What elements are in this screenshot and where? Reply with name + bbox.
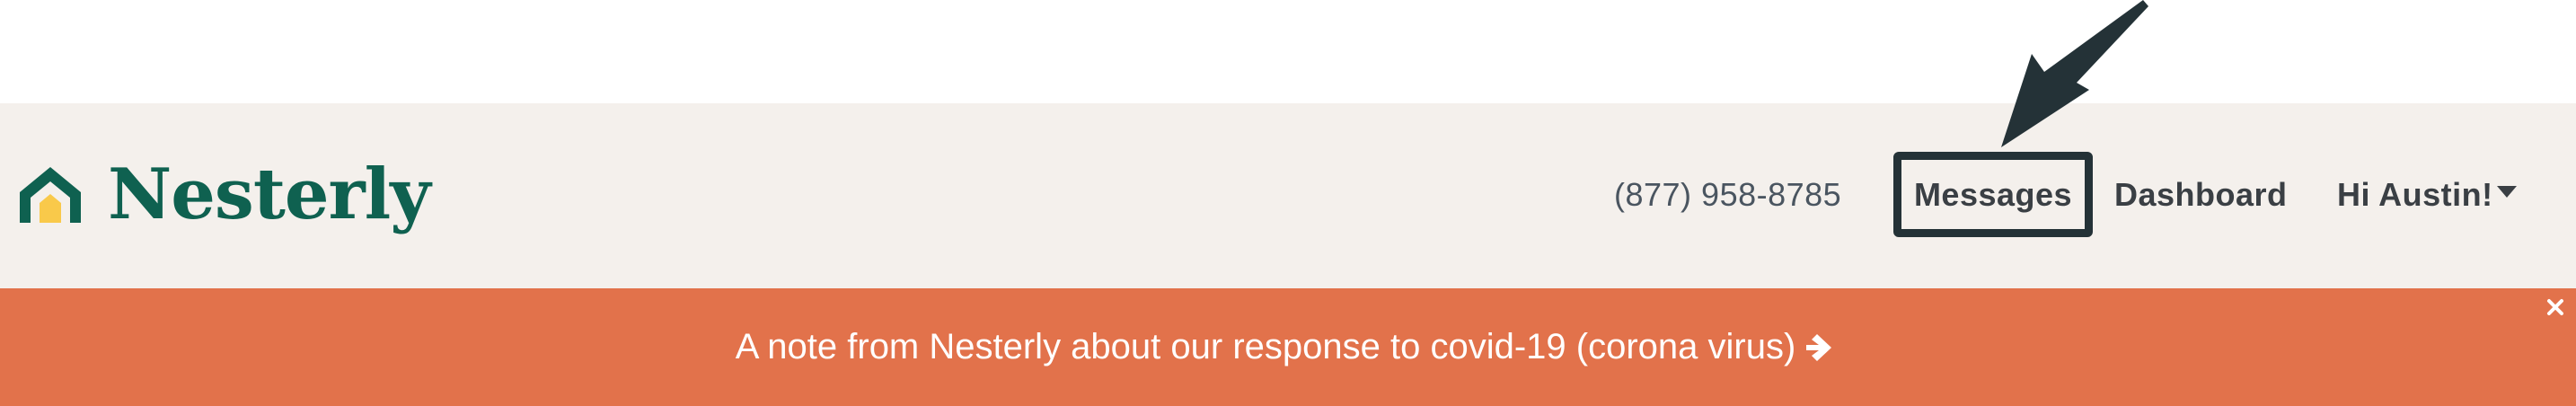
arrow-right-icon: [1806, 333, 1832, 361]
user-greeting: Hi Austin!: [2337, 175, 2493, 213]
site-header: Nesterly (877) 958-8785 Messages Dashboa…: [0, 103, 2576, 288]
banner-text: A note from Nesterly about our response …: [735, 327, 1796, 366]
covid-notice-link[interactable]: A note from Nesterly about our response …: [0, 288, 2576, 406]
user-menu[interactable]: Hi Austin!: [2337, 152, 2517, 237]
phone-link[interactable]: (877) 958-8785: [1614, 152, 1841, 237]
pointer-arrow-icon: [2001, 0, 2148, 147]
caret-down-icon: [2496, 186, 2517, 198]
covid-notice-banner: A note from Nesterly about our response …: [0, 288, 2576, 406]
nav-links: (877) 958-8785 Messages Dashboard Hi Aus…: [0, 152, 2576, 237]
dashboard-link[interactable]: Dashboard: [2114, 152, 2288, 237]
close-icon[interactable]: [2545, 297, 2565, 317]
page-top-space: [0, 0, 2576, 103]
messages-link[interactable]: Messages: [1893, 152, 2093, 237]
